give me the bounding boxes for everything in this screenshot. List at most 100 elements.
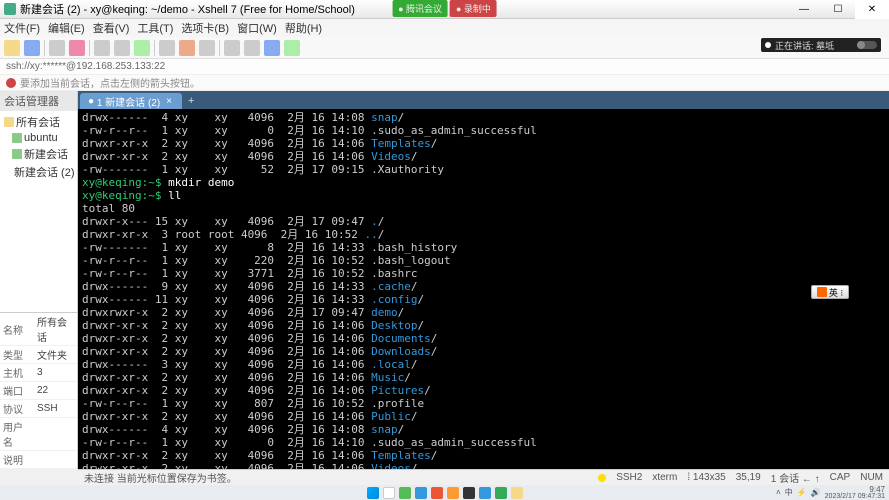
menu-view[interactable]: 查看(V) [93, 20, 130, 36]
menu-tools[interactable]: 工具(T) [137, 20, 173, 36]
status-sessions: 1 会话 ← ↑ [771, 470, 820, 485]
terminal-tabrow: ● 1 新建会话 (2) × + [78, 91, 889, 109]
taskbar-app-icon[interactable] [447, 487, 459, 499]
maximize-button[interactable]: ☐ [821, 0, 855, 19]
tray-vol-icon[interactable]: 🔊 [811, 488, 821, 497]
prop-proto-label: 协议 [0, 400, 34, 418]
taskbar-app-icon[interactable] [463, 487, 475, 499]
tray-lang[interactable]: 中 [785, 487, 793, 498]
status-size: ⁞ 143x35 [687, 472, 725, 483]
ime-label: 英 ⁝ [829, 286, 843, 299]
status-term: xterm [652, 472, 677, 483]
toolbar-help-icon[interactable] [284, 40, 300, 56]
prop-port-label: 端口 [0, 382, 34, 400]
prop-user-label: 用户名 [0, 418, 34, 451]
toolbar-new-icon[interactable] [4, 40, 20, 56]
status-msg: 未连接 当前光标位置保存为书签。 [84, 470, 237, 485]
tree-label: ubuntu [24, 132, 58, 144]
prop-host-val: 3 [34, 364, 77, 382]
toolbar-font-icon[interactable] [199, 40, 215, 56]
statusbar: 未连接 当前光标位置保存为书签。 SSH2 xterm ⁞ 143x35 35,… [78, 469, 889, 485]
prop-port-val: 22 [34, 382, 77, 400]
status-pos: 35,19 [736, 472, 761, 483]
prop-type-val: 文件夹 [34, 346, 77, 364]
prop-desc-label: 说明 [0, 451, 34, 469]
menu-help[interactable]: 帮助(H) [285, 20, 322, 36]
toolbar-reconnect-icon[interactable] [49, 40, 65, 56]
toolbar-color-icon[interactable] [179, 40, 195, 56]
prop-name-val: 所有会话 [34, 313, 77, 346]
toolbar-disconnect-icon[interactable] [69, 40, 85, 56]
tree-label: 新建会话 [24, 146, 68, 162]
speaker-dot-icon [765, 42, 771, 48]
toolbar [0, 37, 889, 59]
session-icon [12, 133, 22, 143]
session-icon [12, 149, 22, 159]
speaker-label: 正在讲话: 墓坻 [775, 39, 834, 52]
hint-icon [6, 78, 16, 88]
status-bulb-icon [598, 474, 606, 482]
status-num: NUM [860, 472, 883, 483]
tray-date[interactable]: 2023/2/17 09:47:31 [825, 493, 885, 500]
tray-chevron-icon[interactable]: ˄ [776, 488, 781, 497]
prop-host-label: 主机 [0, 364, 34, 382]
prop-name-label: 名称 [0, 313, 34, 346]
sidebar-title: 会话管理器 [0, 91, 77, 111]
menu-edit[interactable]: 编辑(E) [48, 20, 85, 36]
ime-indicator[interactable]: 英 ⁝ [811, 285, 849, 299]
terminal[interactable]: drwx------ 4 xy xy 4096 2月 16 14:08 snap… [78, 109, 889, 469]
prop-proto-val: SSH [34, 400, 77, 418]
prop-desc-val [34, 451, 77, 469]
menu-window[interactable]: 窗口(W) [237, 20, 277, 36]
tree-item-ubuntu[interactable]: ubuntu [2, 131, 75, 145]
prop-type-label: 类型 [0, 346, 34, 364]
hint-bar: 要添加当前会话，点击左侧的箭头按钮。 [0, 75, 889, 91]
menu-tabs[interactable]: 选项卡(B) [181, 20, 229, 36]
toolbar-find-icon[interactable] [134, 40, 150, 56]
taskbar-app-icon[interactable] [399, 487, 411, 499]
toolbar-open-icon[interactable] [24, 40, 40, 56]
speaker-indicator: 正在讲话: 墓坻 [761, 38, 881, 52]
app-icon [4, 3, 16, 15]
toolbar-key-icon[interactable] [244, 40, 260, 56]
menubar: 文件(F) 编辑(E) 查看(V) 工具(T) 选项卡(B) 窗口(W) 帮助(… [0, 19, 889, 37]
toolbar-user-icon[interactable] [224, 40, 240, 56]
minimize-button[interactable]: — [787, 0, 821, 19]
tree-root-label: 所有会话 [16, 114, 60, 130]
tab-label: 1 新建会话 (2) [97, 94, 160, 109]
toolbar-paste-icon[interactable] [114, 40, 130, 56]
tree-label: 新建会话 (2) [14, 164, 75, 180]
prop-user-val [34, 418, 77, 451]
toolbar-ftp-icon[interactable] [264, 40, 280, 56]
session-properties: 名称所有会话 类型文件夹 主机3 端口22 协议SSH 用户名 说明 [0, 312, 78, 469]
toolbar-copy-icon[interactable] [94, 40, 110, 56]
tree-root[interactable]: 所有会话 [2, 113, 75, 131]
speaker-toggle[interactable] [857, 41, 877, 49]
menu-file[interactable]: 文件(F) [4, 20, 40, 36]
status-proto: SSH2 [616, 472, 642, 483]
tray-time[interactable]: 9:47 [825, 486, 885, 493]
windows-taskbar: ˄ 中 ⚡ 🔊 9:47 2023/2/17 09:47:31 [0, 485, 889, 500]
taskbar-app-icon[interactable] [415, 487, 427, 499]
sogou-icon [817, 287, 827, 297]
tray-wifi-icon[interactable]: ⚡ [797, 488, 807, 497]
taskbar-app-icon[interactable] [511, 487, 523, 499]
address-bar[interactable]: ssh://xy:******@192.168.253.133:22 [0, 59, 889, 75]
tree-item-session1[interactable]: 新建会话 [2, 145, 75, 163]
hint-text: 要添加当前会话，点击左侧的箭头按钮。 [20, 75, 200, 90]
toolbar-properties-icon[interactable] [159, 40, 175, 56]
status-cap: CAP [830, 472, 851, 483]
close-button[interactable]: ✕ [855, 0, 889, 19]
taskbar-app-icon[interactable] [495, 487, 507, 499]
taskbar-app-icon[interactable] [431, 487, 443, 499]
start-icon[interactable] [367, 487, 379, 499]
terminal-tab[interactable]: ● 1 新建会话 (2) × [80, 93, 182, 109]
window-title: 新建会话 (2) - xy@keqing: ~/demo - Xshell 7 … [20, 1, 355, 17]
tencent-meeting-pill[interactable]: ● 腾讯会议 [392, 0, 448, 17]
taskbar-app-icon[interactable] [479, 487, 491, 499]
tree-item-session2[interactable]: 新建会话 (2) [2, 163, 75, 181]
search-icon[interactable] [383, 487, 395, 499]
recording-pill[interactable]: ● 录制中 [450, 0, 497, 17]
tab-add-button[interactable]: + [184, 95, 198, 109]
tab-close-icon[interactable]: × [166, 96, 174, 107]
